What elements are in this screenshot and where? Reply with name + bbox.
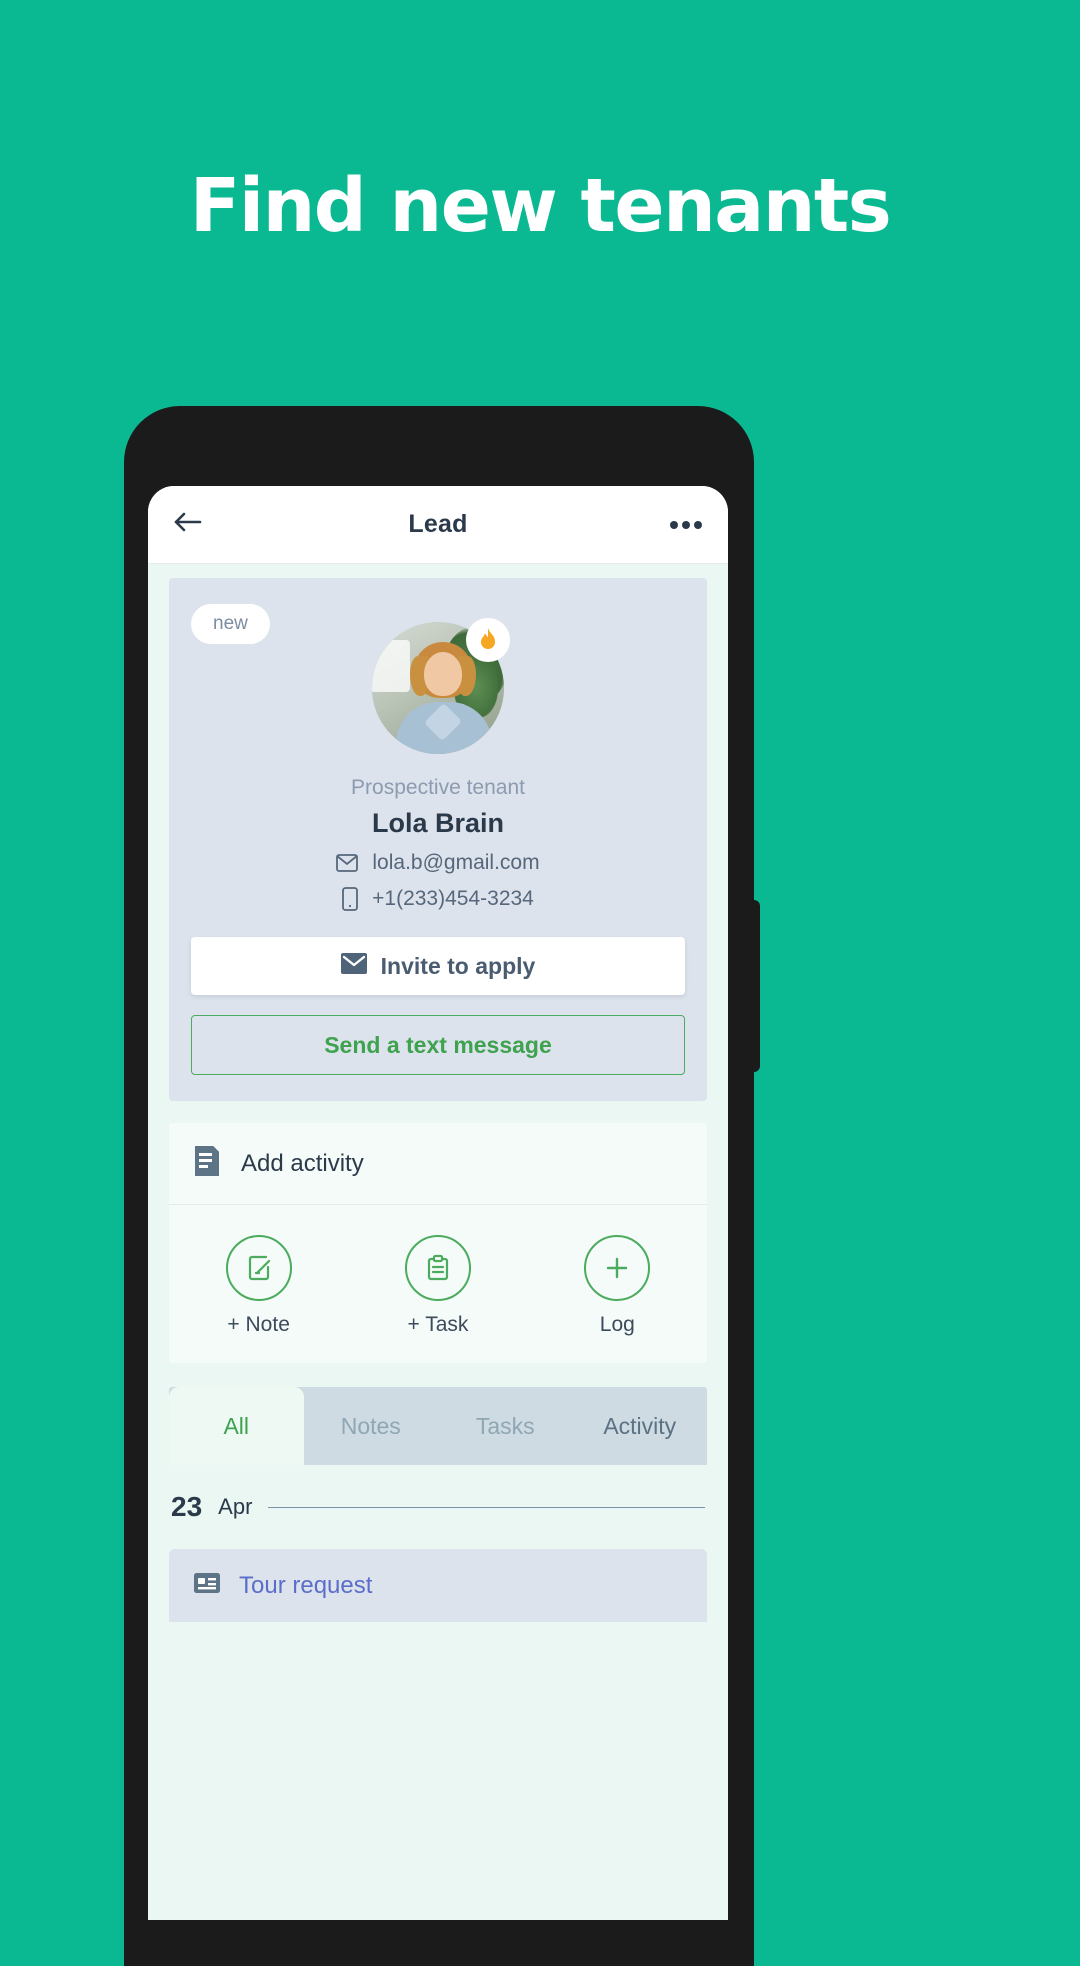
activity-action-row: + Note + Task Log: [169, 1205, 707, 1363]
more-options-button[interactable]: [660, 516, 702, 534]
timeline-date-day: 23: [171, 1491, 203, 1522]
phone-side-button: [748, 900, 760, 1072]
tab-tasks[interactable]: Tasks: [438, 1387, 573, 1465]
lead-role: Prospective tenant: [351, 776, 525, 799]
timeline-divider: [268, 1506, 705, 1508]
lead-profile-card: new Prospective tenant Lola Brain lola.b…: [169, 578, 707, 1101]
status-badge: new: [191, 604, 270, 644]
add-log-label: Log: [599, 1313, 635, 1336]
add-activity-label: Add activity: [241, 1149, 364, 1177]
add-activity-header[interactable]: Add activity: [169, 1123, 707, 1205]
envelope-filled-icon: [340, 952, 367, 980]
timeline-item-title: Tour request: [239, 1571, 373, 1599]
timeline-tabs: All Notes Tasks Activity: [169, 1387, 707, 1465]
more-horizontal-icon: [666, 516, 702, 534]
invite-to-apply-label: Invite to apply: [380, 952, 536, 979]
arrow-left-icon: [174, 510, 204, 539]
back-button[interactable]: [174, 510, 216, 539]
invite-to-apply-button[interactable]: Invite to apply: [191, 937, 685, 995]
timeline-section: 23 Apr Tour request: [169, 1465, 707, 1622]
add-task-button[interactable]: + Task: [348, 1235, 527, 1337]
avatar: [372, 618, 510, 754]
add-log-button[interactable]: Log: [528, 1235, 707, 1337]
add-task-label: + Task: [407, 1313, 469, 1336]
flame-icon: [466, 618, 510, 662]
tab-activity[interactable]: Activity: [573, 1387, 708, 1465]
add-activity-card: Add activity + Note + Task Log: [169, 1123, 707, 1363]
list-item[interactable]: Tour request: [169, 1549, 707, 1622]
document-lines-icon: [193, 1145, 221, 1182]
send-text-message-label: Send a text message: [324, 1031, 552, 1058]
envelope-icon: [336, 854, 359, 872]
send-text-message-button[interactable]: Send a text message: [191, 1015, 685, 1075]
add-note-button[interactable]: + Note: [169, 1235, 348, 1337]
app-content: new Prospective tenant Lola Brain lola.b…: [148, 564, 728, 1920]
app-title: Lead: [408, 510, 468, 538]
timeline-date-month: Apr: [218, 1494, 253, 1519]
lead-email-row[interactable]: lola.b@gmail.com: [169, 851, 707, 875]
mobile-phone-icon: [342, 887, 359, 911]
tab-notes[interactable]: Notes: [304, 1387, 439, 1465]
timeline-date-row: 23 Apr: [169, 1491, 707, 1523]
note-edit-icon: [225, 1235, 292, 1301]
add-note-label: + Note: [227, 1313, 290, 1336]
lead-phone-row[interactable]: +1(233)454-3234: [169, 887, 707, 911]
card-contact-icon: [193, 1571, 221, 1600]
page-title: Find new tenants: [189, 163, 892, 249]
lead-name: Lola Brain: [371, 808, 505, 838]
lead-phone-value: +1(233)454-3234: [372, 887, 534, 910]
plus-icon: [584, 1235, 651, 1301]
lead-email-value: lola.b@gmail.com: [372, 851, 540, 874]
tab-all[interactable]: All: [169, 1387, 304, 1465]
phone-screen: Lead new Prospective tenant Lola Brain l…: [148, 486, 728, 1920]
app-header: Lead: [148, 486, 728, 564]
clipboard-icon: [404, 1235, 471, 1301]
